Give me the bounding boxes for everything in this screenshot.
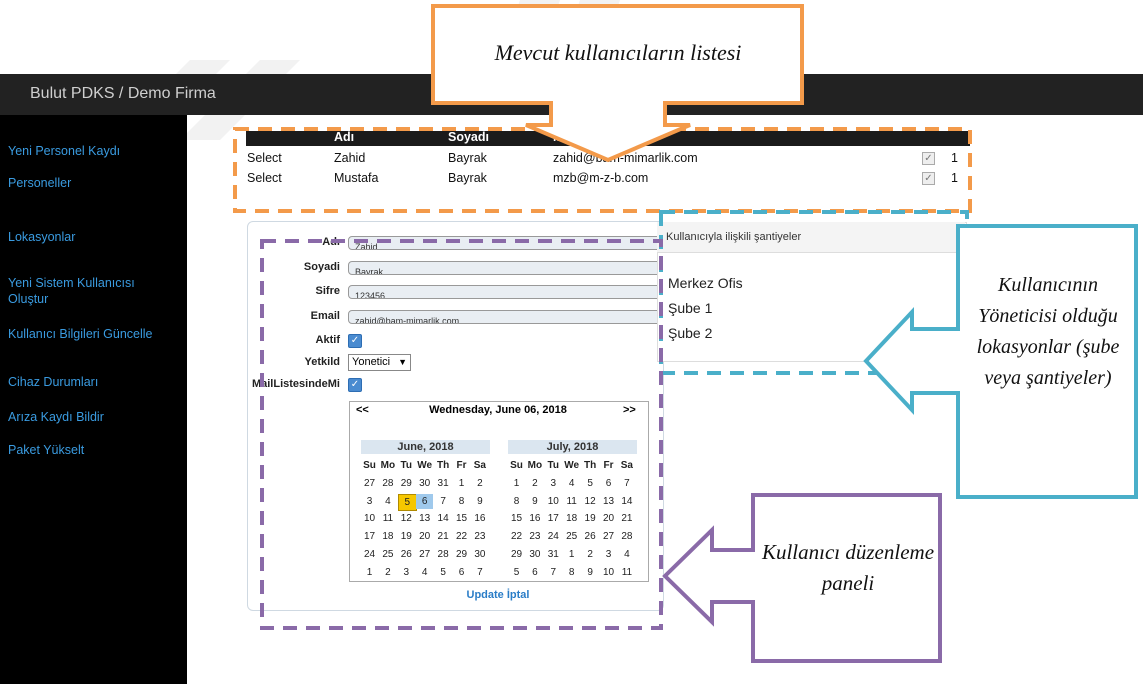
locations-annotation: Kullanıcının Yöneticisi olduğu lokasyonl…	[976, 274, 1120, 389]
edit-panel-annotation: Kullanıcı düzenleme paneli	[761, 540, 935, 595]
edit-panel-dashed-frame	[260, 239, 663, 630]
users-list-callout-shape	[431, 4, 804, 163]
users-list-annotation: Mevcut kullanıcıların listesi	[494, 40, 742, 65]
